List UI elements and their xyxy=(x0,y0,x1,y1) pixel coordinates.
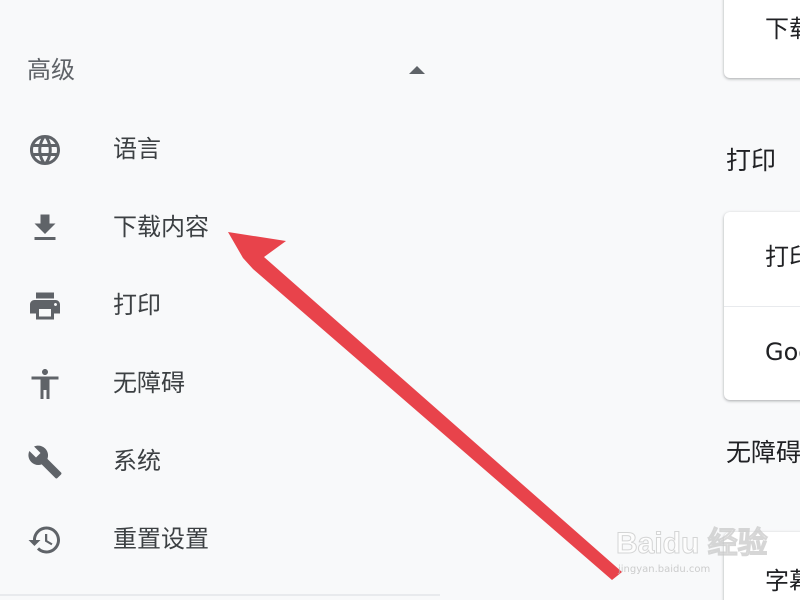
advanced-section-header[interactable]: 高级 xyxy=(0,44,440,96)
downloads-row-label: 下载 xyxy=(765,15,800,43)
settings-page: 高级 语言 下载内容 打印 无障碍 系统 重置设置 下 打印 打 Go 无障碍 … xyxy=(0,0,800,600)
accessibility-heading: 无障碍 xyxy=(726,438,800,467)
settings-sidebar: 高级 语言 下载内容 打印 无障碍 系统 重置设置 xyxy=(0,0,440,600)
history-icon xyxy=(28,526,60,554)
sidebar-item-accessibility[interactable]: 无障碍 xyxy=(0,352,440,416)
captions-row[interactable]: 字幕 xyxy=(724,532,800,600)
sidebar-item-label: 语言 xyxy=(113,135,161,163)
sidebar-item-reset[interactable]: 重置设置 xyxy=(0,508,440,572)
google-cloud-print-row[interactable]: Goo xyxy=(724,306,800,400)
downloads-location-row[interactable]: 下载 xyxy=(724,0,800,78)
download-icon xyxy=(34,214,56,240)
sidebar-divider xyxy=(0,594,440,596)
sidebar-item-label: 系统 xyxy=(113,447,161,475)
captions-row-label: 字幕 xyxy=(765,567,800,595)
watermark-url: jingyan.baidu.com xyxy=(618,564,711,575)
accessibility-icon xyxy=(31,369,59,399)
advanced-section-title: 高级 xyxy=(27,56,75,84)
google-cloud-print-label: Goo xyxy=(765,338,800,366)
sidebar-item-label: 下载内容 xyxy=(113,213,209,241)
sidebar-item-label: 重置设置 xyxy=(113,525,209,553)
sidebar-item-language[interactable]: 语言 xyxy=(0,118,440,182)
sidebar-item-downloads[interactable]: 下载内容 xyxy=(0,196,440,260)
globe-icon xyxy=(30,135,60,165)
printing-heading: 打印 xyxy=(726,146,777,175)
sidebar-item-label: 无障碍 xyxy=(113,369,185,397)
collapse-arrow-icon[interactable] xyxy=(408,65,426,75)
settings-content: 下载 打印 打印 Goo 无障碍 字幕 xyxy=(700,0,800,600)
sidebar-item-system[interactable]: 系统 xyxy=(0,430,440,494)
printers-row[interactable]: 打印 xyxy=(724,212,800,306)
sidebar-item-printing[interactable]: 打印 xyxy=(0,274,440,338)
downloads-card: 下载 xyxy=(724,0,800,78)
accessibility-card: 字幕 xyxy=(724,532,800,600)
wrench-icon xyxy=(28,445,62,479)
printers-row-label: 打印 xyxy=(765,243,800,271)
printing-card: 打印 Goo xyxy=(724,212,800,400)
printer-icon xyxy=(30,292,60,320)
sidebar-item-label: 打印 xyxy=(113,291,161,319)
